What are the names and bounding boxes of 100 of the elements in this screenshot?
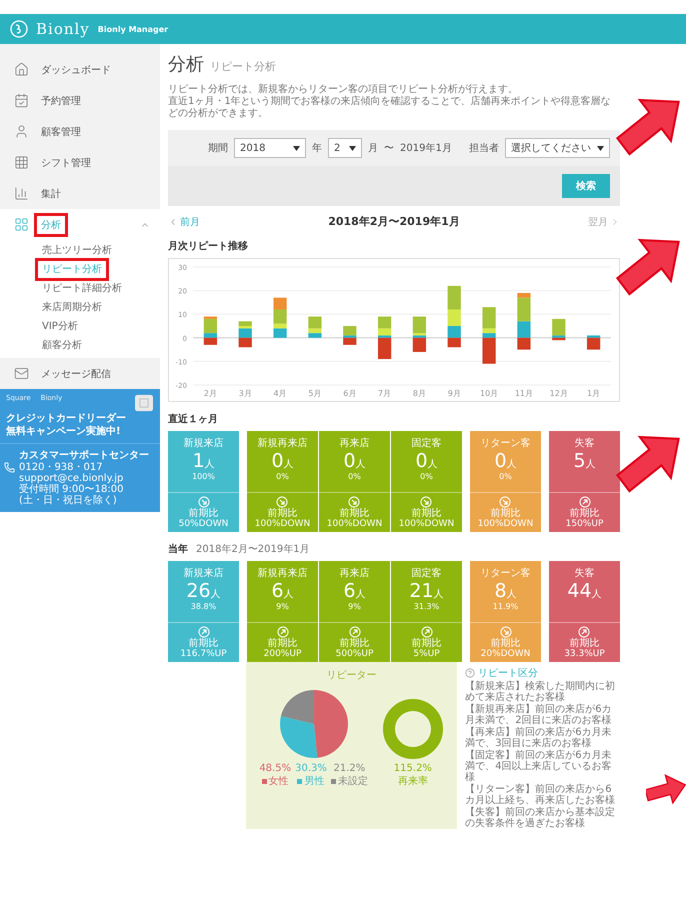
trend-up-icon (578, 496, 590, 508)
change-value: 33.3%UP (564, 649, 605, 659)
x-tick-label: 7月 (378, 389, 392, 398)
trend-down-icon (348, 496, 360, 508)
chart-bar (448, 326, 461, 338)
legend-value: 30.3% (295, 763, 327, 774)
card-count: 26 (186, 580, 211, 602)
card-label: 失客 (574, 436, 594, 450)
caret-icon (349, 146, 356, 150)
trend-up-icon (578, 626, 590, 638)
change-value: 200%UP (264, 649, 302, 659)
card-label: リターン客 (480, 566, 530, 580)
x-tick-label: 11月 (514, 389, 533, 398)
x-tick-label: 10月 (480, 389, 498, 398)
change-value: 50%DOWN (178, 519, 228, 529)
change-value: 20%DOWN (480, 649, 530, 659)
card-unit: 人 (506, 589, 517, 600)
card-label: 再来店 (340, 436, 370, 450)
range-separator: 〜 (384, 142, 394, 155)
compare-label: 前期比 (490, 638, 520, 649)
caret-icon (293, 146, 300, 150)
period-title: 2018年2月〜2019年1月 (328, 214, 460, 229)
month-select[interactable]: 2 (328, 138, 362, 158)
card-label: 固定客 (412, 566, 442, 580)
card-count: 0 (343, 450, 356, 472)
sidebar-item[interactable]: ダッシュボード (0, 44, 160, 85)
compare-label: 前期比 (339, 508, 370, 519)
chart-bar (517, 321, 531, 338)
sidebar-item[interactable]: 予約管理 (0, 85, 160, 116)
sidebar-label: ダッシュボード (40, 64, 112, 78)
submenu-item[interactable]: VIP分析 (38, 318, 82, 335)
legend-value: 21.2% (333, 763, 366, 774)
compare-label: 前期比 (490, 508, 520, 519)
promo-text: クレジットカードリーダー (6, 413, 127, 425)
card-percent: 11.9% (492, 602, 518, 611)
x-tick-label: 3月 (238, 389, 252, 398)
card-count: 0 (494, 450, 507, 472)
section-range: 2018年2月〜2019年1月 (196, 543, 310, 556)
trend-up-icon (198, 626, 210, 638)
change-value: 100%DOWN (326, 519, 382, 529)
card-label: 失客 (574, 566, 594, 580)
trend-down-icon (500, 626, 512, 638)
logo-text: Bionly (36, 20, 90, 38)
chart-bar (238, 338, 252, 348)
legend-swatch (297, 778, 302, 784)
sidebar-item[interactable]: 集計 (0, 178, 160, 209)
section-title: 月次リピート推移 (168, 240, 249, 253)
promo-text: 無料キャンペーン実施中! (6, 426, 122, 438)
trend-up-icon (348, 626, 360, 638)
chart-bar (517, 338, 531, 350)
definition-text: 【失客】前回の来店から基本設定の失客条件を過ぎたお客様 (465, 807, 616, 829)
ring-chart-drawing (382, 698, 444, 760)
sidebar-label: 集計 (40, 188, 62, 202)
house-icon (14, 62, 29, 77)
change-value: 116.7%UP (180, 649, 227, 659)
definition-text: 【リターン客】前回の来店から6カ月以上経ち、再来店したお客様 (465, 784, 616, 806)
x-tick-label: 1月 (587, 389, 600, 398)
card-count: 0 (415, 450, 428, 472)
sidebar-item[interactable]: メッセージ配信 (0, 358, 160, 389)
x-tick-label: 9月 (448, 389, 461, 398)
sidebar-label: 顧客管理 (40, 126, 82, 140)
submenu-item[interactable]: 来店周期分析 (38, 299, 106, 316)
unit-label: 年 (312, 142, 322, 155)
change-value: 100%DOWN (478, 519, 534, 529)
card-unit: 人 (592, 589, 602, 600)
legend-swatch (262, 778, 267, 784)
compare-label: 前期比 (569, 638, 600, 649)
trend-down-icon (276, 496, 288, 508)
description-text: 直近1ヶ月・1年という期間でお客様の来店傾向を確認することで、店舗再来ポイントや得意客層などの分析ができます。 (168, 96, 612, 120)
product-name: Bionly Manager (98, 24, 168, 34)
card-percent: 38.8% (190, 602, 216, 611)
sidebar-label: 分析 (37, 216, 65, 234)
sidebar-item[interactable]: 顧客管理 (0, 116, 160, 147)
card-percent: 100% (192, 472, 215, 481)
trend-up-icon (420, 626, 432, 638)
change-value: 100%DOWN (254, 519, 310, 529)
compare-label: 前期比 (411, 508, 442, 519)
card-label: 新規再来店 (258, 566, 308, 580)
support-text: 受付時間 9:00〜18:00 (19, 484, 124, 495)
card-count: 8 (494, 580, 507, 602)
year-select[interactable]: 2018 (234, 138, 306, 158)
card-unit: 人 (586, 459, 596, 470)
submenu-item[interactable]: 売上ツリー分析 (38, 242, 116, 259)
submenu-item[interactable]: 顧客分析 (38, 337, 86, 354)
card-unit: 人 (284, 589, 294, 600)
staff-select[interactable]: 選択してください (505, 138, 610, 158)
legend-value: 48.5% (259, 763, 292, 774)
compare-label: 前期比 (340, 638, 370, 649)
grid-icon (14, 155, 29, 170)
card-percent: 9% (348, 602, 361, 611)
submenu-item[interactable]: リピート詳細分析 (38, 280, 126, 297)
compare-label: 前期比 (412, 638, 442, 649)
support-text: 0120・938・017 (19, 462, 104, 473)
calendar-icon (14, 93, 29, 108)
chart-bar (273, 298, 287, 310)
card-unit: 人 (434, 589, 444, 600)
card-label: リターン客 (480, 436, 530, 450)
sidebar-item[interactable]: シフト管理 (0, 147, 160, 178)
x-tick-label: 6月 (343, 389, 356, 398)
legend-label: 男性 (304, 774, 324, 788)
